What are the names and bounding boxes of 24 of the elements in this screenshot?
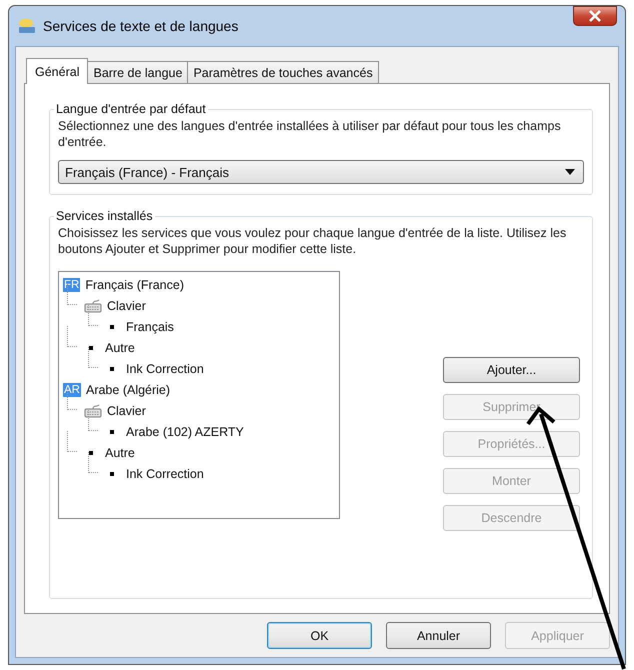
tree-item[interactable]: Arabe (Algérie): [86, 382, 170, 396]
tree-item[interactable]: Arabe (102) AZERTY: [126, 424, 244, 438]
tree-item[interactable]: Autre: [105, 446, 135, 460]
tree-item[interactable]: Français: [126, 320, 174, 334]
tree-item[interactable]: Français (France): [85, 278, 184, 292]
tree-item[interactable]: Ink Correction: [126, 362, 204, 376]
tree-item[interactable]: Clavier: [107, 404, 146, 418]
dialog-button[interactable]: Annuler: [386, 622, 491, 649]
tree-item[interactable]: Clavier: [107, 298, 146, 312]
tab[interactable]: Général: [26, 58, 88, 84]
language-badge: AR: [63, 382, 81, 396]
tree-item[interactable]: Autre: [105, 340, 135, 354]
description-text: Choisissez les services que vous voulez pour chaque langue d'entrée de la liste. Utilisez les boutons Ajouter et Supprimer pour modifier cette liste.: [58, 225, 568, 257]
window-title: Services de texte et de langues: [43, 18, 238, 34]
tree-item[interactable]: Ink Correction: [126, 466, 204, 480]
language-dropdown[interactable]: Français (France) - Français: [58, 160, 584, 184]
description-text: Sélectionnez une des langues d'entrée installées à utiliser par défaut pour tous les champs d'entrée.: [58, 118, 562, 150]
tab[interactable]: Paramètres de touches avancés: [187, 61, 379, 83]
tab[interactable]: Barre de langue: [87, 61, 188, 83]
action-button[interactable]: Ajouter...: [443, 357, 580, 383]
group-title: Langue d'entrée par défaut: [55, 102, 207, 116]
group-title: Services installés: [55, 209, 154, 223]
language-badge: FR: [63, 278, 80, 292]
dialog-button[interactable]: OK: [267, 622, 372, 649]
